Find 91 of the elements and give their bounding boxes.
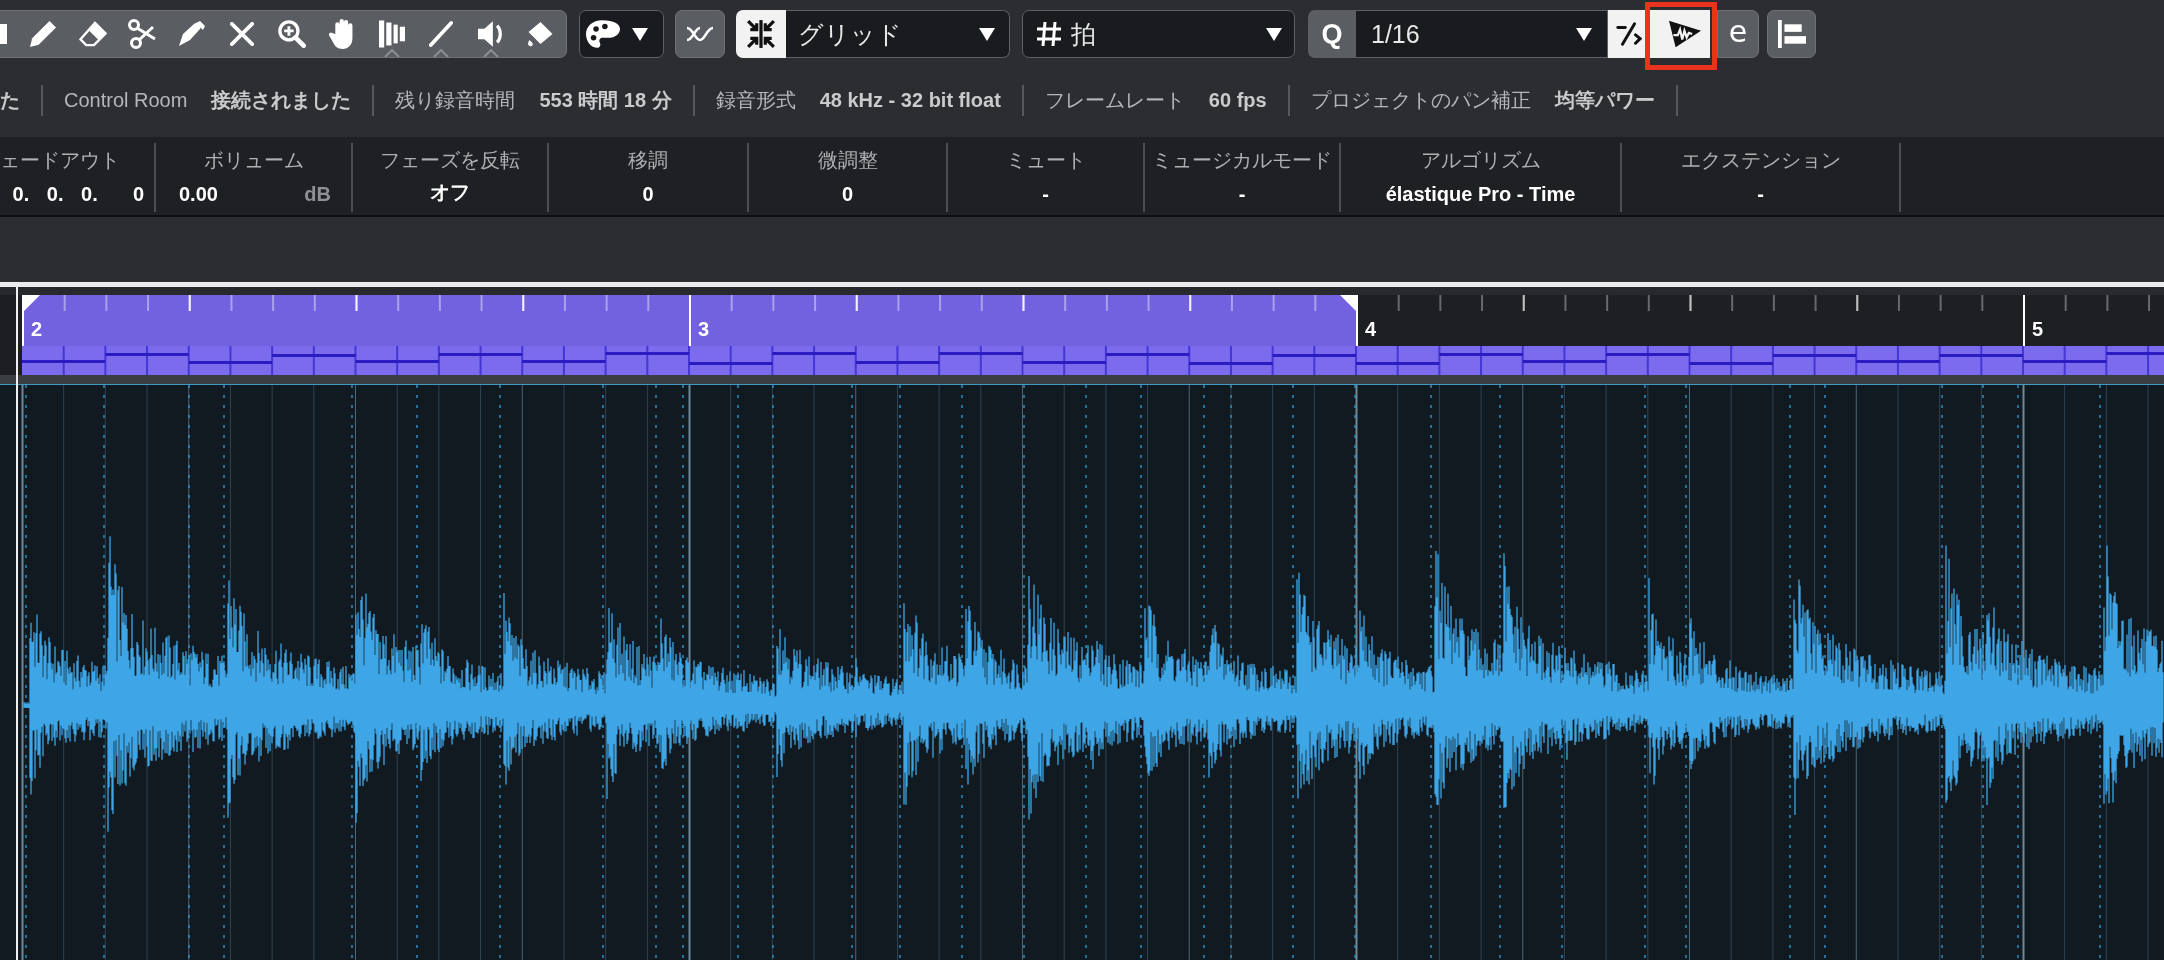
zoom-icon	[277, 20, 306, 48]
status-value: 60 fps	[1208, 89, 1267, 112]
caret-icon	[1266, 27, 1282, 41]
info-value[interactable]: 0. 0. 0. 0	[12, 183, 154, 206]
scissors-icon	[128, 19, 157, 49]
status-value: 接続されました	[211, 88, 352, 113]
grid-icon	[1037, 22, 1061, 46]
bar-number: 2	[30, 318, 43, 342]
info-value[interactable]: élastique Pro - Time	[1385, 183, 1576, 206]
curves-toggle[interactable]	[675, 10, 725, 58]
hitpoint-marker[interactable]	[772, 385, 774, 960]
hitpoint-marker[interactable]	[499, 385, 501, 960]
status-label: フレームレート	[1044, 88, 1185, 113]
hitpoint-marker[interactable]	[25, 385, 27, 960]
status-value: 均等パワー	[1554, 88, 1655, 113]
hitpoint-marker[interactable]	[655, 385, 657, 960]
info-value[interactable]: 0	[841, 183, 854, 206]
hitpoint-marker[interactable]	[1941, 385, 1943, 960]
info-value[interactable]: -	[1238, 183, 1246, 206]
hitpoint-marker[interactable]	[1789, 385, 1791, 960]
status-label: プロジェクトのパン補正	[1310, 88, 1531, 113]
toolbar-toggle[interactable]	[1659, 10, 1710, 58]
hitpoint-marker[interactable]	[351, 385, 353, 960]
quantize-button[interactable]: Q	[1308, 10, 1356, 58]
color-dropdown[interactable]	[579, 10, 664, 58]
x-mark-icon	[230, 22, 255, 46]
info-value[interactable]: 0	[642, 183, 654, 206]
glue-tube-icon	[178, 21, 207, 47]
unit-label: dB	[304, 183, 331, 206]
hitpoint-marker[interactable]	[1644, 385, 1646, 960]
toolbar-toggle[interactable]: e	[1717, 10, 1759, 58]
hitpoint-marker[interactable]	[1203, 385, 1205, 960]
quantize-dropdown[interactable]: 1/16	[1356, 10, 1608, 58]
hitpoint-marker[interactable]	[1430, 385, 1432, 960]
hitpoint-marker[interactable]	[1561, 385, 1563, 960]
waveform-icon	[1668, 20, 1701, 48]
snap-arrows-icon	[746, 19, 776, 49]
caret-icon	[1576, 27, 1592, 41]
hitpoint-marker[interactable]	[1292, 385, 1294, 960]
chevron-icon	[483, 49, 500, 57]
bar-number: 5	[2031, 318, 2044, 342]
status-value: 553 時間 18 分	[539, 88, 672, 113]
hitpoint-marker[interactable]	[1685, 385, 1687, 960]
palette-icon	[586, 19, 620, 49]
caret-icon	[632, 27, 648, 41]
info-value[interactable]: 0.00	[179, 183, 218, 206]
info-value[interactable]: -	[1757, 183, 1764, 206]
hitpoint-marker[interactable]	[602, 385, 604, 960]
caret-icon	[979, 27, 995, 41]
hitpoint-marker[interactable]	[851, 385, 853, 960]
status-value: た	[0, 88, 20, 113]
hitpoint-marker[interactable]	[1140, 385, 1142, 960]
info-label: 微調整	[817, 148, 878, 173]
align-toggle[interactable]	[1767, 10, 1816, 58]
line-tool-icon	[429, 20, 454, 48]
hitpoint-marker[interactable]	[737, 385, 739, 960]
eraser-icon	[78, 21, 107, 47]
hitpoint-marker[interactable]	[899, 385, 901, 960]
grid-type-dropdown[interactable]: 拍	[1022, 10, 1295, 58]
chevron-icon	[383, 49, 400, 57]
bar-number: 3	[697, 318, 710, 342]
align-left-icon	[1777, 20, 1806, 48]
info-value[interactable]: -	[1042, 183, 1049, 206]
hand-icon	[328, 19, 355, 49]
bar-number: 4	[1364, 318, 1377, 342]
info-label: ボリューム	[203, 148, 304, 173]
pencil-icon	[29, 21, 56, 47]
info-label: アルゴリズム	[1420, 148, 1541, 173]
hitpoint-marker[interactable]	[103, 385, 105, 960]
snap-toggle[interactable]	[736, 10, 786, 58]
info-label: ミュージカルモード	[1152, 148, 1332, 173]
bars-icon	[378, 20, 405, 48]
status-value: 48 kHz - 32 bit float	[819, 89, 1001, 112]
info-value[interactable]: オフ	[430, 179, 470, 206]
chevron-icon	[433, 49, 450, 57]
info-label: エクステンション	[1680, 148, 1841, 173]
fraction-icon	[1616, 21, 1642, 47]
paint-bucket-icon	[527, 21, 555, 47]
snap-mode-dropdown[interactable]: グリッド	[786, 10, 1010, 58]
hitpoint-marker[interactable]	[682, 385, 684, 960]
toolbar-toggle[interactable]	[1608, 10, 1659, 58]
status-label: 録音形式	[715, 88, 796, 113]
status-label: Control Room	[64, 89, 188, 112]
info-label: ェードアウト	[0, 148, 121, 173]
hitpoint-marker[interactable]	[1023, 385, 1025, 960]
hitpoint-marker[interactable]	[2099, 385, 2101, 960]
info-label: ミュート	[1005, 148, 1086, 173]
info-label: 移調	[628, 148, 668, 173]
speaker-icon	[478, 21, 505, 47]
status-label: 残り録音時間	[395, 88, 516, 113]
info-label: フェーズを反転	[380, 148, 520, 173]
